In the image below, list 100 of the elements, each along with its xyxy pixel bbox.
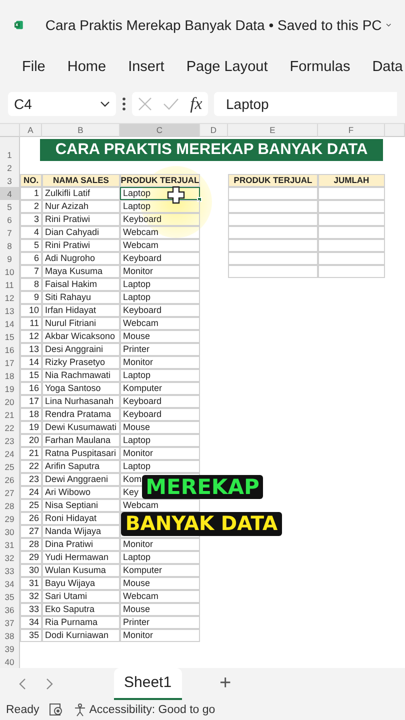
row-header[interactable]: 21 bbox=[0, 408, 20, 421]
chevron-right-icon[interactable] bbox=[46, 678, 54, 690]
row-header[interactable]: 7 bbox=[0, 226, 20, 239]
ribbon-tab[interactable]: Formulas bbox=[290, 59, 350, 76]
column-header[interactable]: C bbox=[120, 124, 200, 137]
row-header[interactable]: 39 bbox=[0, 642, 20, 655]
row-header[interactable]: 18 bbox=[0, 368, 20, 382]
empty-cell[interactable] bbox=[228, 226, 318, 239]
row-header[interactable]: 14 bbox=[0, 316, 20, 330]
formula-field[interactable]: Laptop bbox=[214, 92, 397, 116]
empty-cell[interactable] bbox=[318, 212, 385, 226]
row-header[interactable]: 2 bbox=[0, 160, 20, 174]
empty-cell[interactable] bbox=[318, 200, 385, 213]
ribbon-tab[interactable]: File bbox=[22, 59, 46, 76]
row-header[interactable]: 17 bbox=[0, 356, 20, 369]
row-header[interactable]: 33 bbox=[0, 564, 20, 577]
column-header[interactable]: D bbox=[200, 124, 228, 137]
row-header[interactable]: 36 bbox=[0, 602, 20, 616]
column-header[interactable]: A bbox=[20, 124, 42, 137]
ribbon-tab[interactable]: Insert bbox=[128, 59, 164, 76]
row-header[interactable]: 37 bbox=[0, 616, 20, 629]
row-header[interactable]: 28 bbox=[0, 498, 20, 512]
row-header[interactable]: 1 bbox=[0, 136, 20, 161]
row-header[interactable]: 8 bbox=[0, 238, 20, 252]
row-header[interactable]: 9 bbox=[0, 252, 20, 265]
row-header[interactable]: 19 bbox=[0, 382, 20, 395]
row-header[interactable]: 34 bbox=[0, 576, 20, 590]
row-header[interactable]: 15 bbox=[0, 330, 20, 343]
empty-cell[interactable] bbox=[318, 186, 385, 200]
row-header[interactable]: 3 bbox=[0, 174, 20, 187]
move-cursor-icon bbox=[167, 186, 185, 204]
row-header[interactable]: 22 bbox=[0, 420, 20, 434]
row-header[interactable]: 11 bbox=[0, 278, 20, 291]
row-header[interactable]: 5 bbox=[0, 200, 20, 213]
row-header[interactable]: 31 bbox=[0, 538, 20, 551]
row-header[interactable]: 26 bbox=[0, 472, 20, 486]
cancel-icon[interactable] bbox=[138, 97, 152, 112]
row-header[interactable]: 29 bbox=[0, 512, 20, 525]
column-header[interactable] bbox=[385, 124, 405, 137]
column-header[interactable]: F bbox=[318, 124, 385, 137]
empty-cell[interactable] bbox=[318, 238, 385, 252]
table-cell: Laptop bbox=[123, 201, 151, 212]
row-header[interactable]: 38 bbox=[0, 628, 20, 642]
row-header[interactable]: 23 bbox=[0, 434, 20, 447]
table-cell: Nia Rachmawati bbox=[45, 370, 111, 380]
insert-function-button[interactable]: fx bbox=[190, 94, 202, 114]
row-header[interactable]: 24 bbox=[0, 446, 20, 460]
table-cell: Sari Utami bbox=[45, 591, 88, 602]
empty-cell[interactable] bbox=[228, 212, 318, 226]
row-header[interactable]: 30 bbox=[0, 524, 20, 538]
row-header[interactable]: 12 bbox=[0, 290, 20, 304]
chevron-down-icon[interactable] bbox=[386, 22, 391, 28]
macro-recorder-icon[interactable] bbox=[49, 703, 64, 716]
check-icon[interactable] bbox=[162, 98, 179, 110]
row-header[interactable]: 27 bbox=[0, 486, 20, 499]
caption-text: BANYAK DATA bbox=[121, 512, 282, 536]
accessibility-status[interactable]: Accessibility: Good to go bbox=[89, 704, 216, 716]
column-header[interactable]: B bbox=[42, 124, 120, 137]
row-header[interactable]: 16 bbox=[0, 342, 20, 356]
empty-cell[interactable] bbox=[228, 252, 318, 265]
fill-handle[interactable] bbox=[197, 196, 202, 202]
select-all-corner[interactable] bbox=[0, 124, 20, 137]
table-cell: 13 bbox=[28, 344, 39, 354]
empty-cell[interactable] bbox=[318, 264, 385, 278]
empty-cell[interactable] bbox=[228, 200, 318, 213]
empty-cell[interactable] bbox=[318, 226, 385, 239]
sheet-tab[interactable]: Sheet1 bbox=[114, 668, 182, 700]
table-cell: 14 bbox=[28, 357, 39, 368]
row-header[interactable]: 35 bbox=[0, 590, 20, 603]
chevron-left-icon[interactable] bbox=[18, 678, 26, 690]
row-header[interactable]: 40 bbox=[0, 654, 20, 668]
row-header[interactable]: 6 bbox=[0, 212, 20, 226]
name-box[interactable]: C4 bbox=[8, 92, 116, 116]
empty-cell[interactable] bbox=[228, 238, 318, 252]
table-cell: Monitor bbox=[123, 630, 154, 640]
table-cell: Ratna Puspitasari bbox=[45, 448, 116, 458]
accessibility-icon[interactable] bbox=[73, 702, 88, 717]
empty-cell[interactable] bbox=[318, 252, 385, 265]
table-cell: Desi Anggraini bbox=[45, 344, 104, 354]
table-cell: 22 bbox=[28, 461, 39, 472]
ribbon-tab[interactable]: Data bbox=[372, 59, 403, 76]
table-cell: Nisa Septiani bbox=[45, 500, 98, 510]
empty-cell[interactable] bbox=[228, 186, 318, 200]
table-cell: Rizky Prasetyo bbox=[45, 357, 106, 368]
table-cell: Wulan Kusuma bbox=[45, 565, 106, 576]
add-sheet-button[interactable]: + bbox=[220, 672, 232, 696]
ribbon-tab[interactable]: Home bbox=[67, 59, 106, 76]
empty-cell[interactable] bbox=[228, 264, 318, 278]
table-cell: Printer bbox=[123, 617, 150, 628]
row-header[interactable]: 20 bbox=[0, 394, 20, 408]
row-header[interactable]: 10 bbox=[0, 264, 20, 278]
row-header[interactable]: 32 bbox=[0, 550, 20, 564]
row-header[interactable]: 25 bbox=[0, 460, 20, 473]
row-header[interactable]: 13 bbox=[0, 304, 20, 317]
table-cell: Nur Azizah bbox=[45, 201, 89, 212]
column-header[interactable]: E bbox=[228, 124, 318, 137]
table-cell: Dian Cahyadi bbox=[45, 227, 100, 238]
ribbon-tab[interactable]: Page Layout bbox=[186, 59, 268, 76]
row-header[interactable]: 4 bbox=[0, 186, 20, 200]
more-options-icon[interactable] bbox=[122, 97, 126, 112]
